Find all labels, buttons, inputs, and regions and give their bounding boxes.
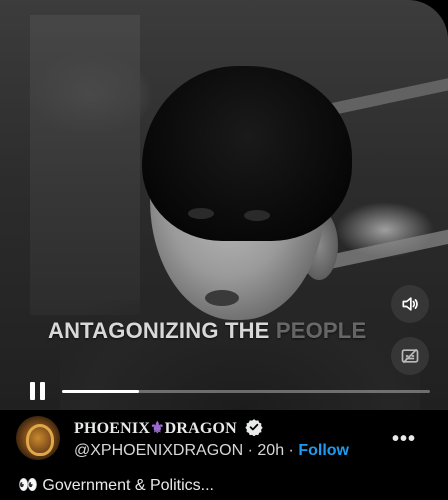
handle[interactable]: @XPHOENIXDRAGON — [74, 442, 243, 459]
video-background-panel — [30, 15, 140, 315]
display-name-left: PHOENIX — [74, 420, 151, 437]
pause-icon — [40, 382, 45, 400]
pause-button[interactable] — [30, 382, 46, 400]
separator: · — [247, 442, 253, 459]
separator: · — [288, 442, 294, 459]
post-body: Government & Politics... — [42, 477, 214, 494]
avatar[interactable] — [16, 416, 60, 460]
video-caption-main: ANTAGONIZING THE — [48, 318, 276, 343]
video-subject-eye — [188, 208, 214, 219]
captions-button[interactable] — [391, 337, 429, 375]
volume-button[interactable] — [391, 285, 429, 323]
pause-icon — [30, 382, 35, 400]
display-name[interactable]: PHOENIX⚜DRAGON — [74, 418, 263, 438]
dragon-icon — [26, 424, 54, 456]
display-name-right: DRAGON — [164, 420, 237, 437]
video-caption: ANTAGONIZING THE PEOPLE — [48, 318, 366, 344]
post-time[interactable]: 20h — [257, 442, 284, 459]
author-row: PHOENIX⚜DRAGON @XPHOENIXDRAGON · 20h · F… — [16, 412, 436, 472]
playback-controls — [0, 378, 448, 404]
progress-bar[interactable] — [62, 390, 430, 393]
video-subject-eye — [244, 210, 270, 221]
follow-button[interactable]: Follow — [298, 442, 349, 459]
verified-badge-icon — [245, 419, 263, 436]
video-player[interactable]: ANTAGONIZING THE PEOPLE — [0, 0, 448, 410]
eyes-emoji-icon: 👀 — [18, 477, 38, 494]
speaker-icon — [402, 297, 418, 311]
progress-fill — [62, 390, 140, 393]
video-subject-mouth — [205, 290, 239, 306]
captions-off-icon — [401, 348, 419, 364]
post-text: 👀 Government & Politics... — [18, 475, 214, 495]
fleur-de-lis-icon: ⚜ — [150, 420, 165, 437]
more-options-button[interactable]: ••• — [392, 428, 416, 451]
handle-line: @XPHOENIXDRAGON · 20h · Follow — [74, 442, 349, 460]
video-caption-faded: PEOPLE — [275, 318, 367, 343]
